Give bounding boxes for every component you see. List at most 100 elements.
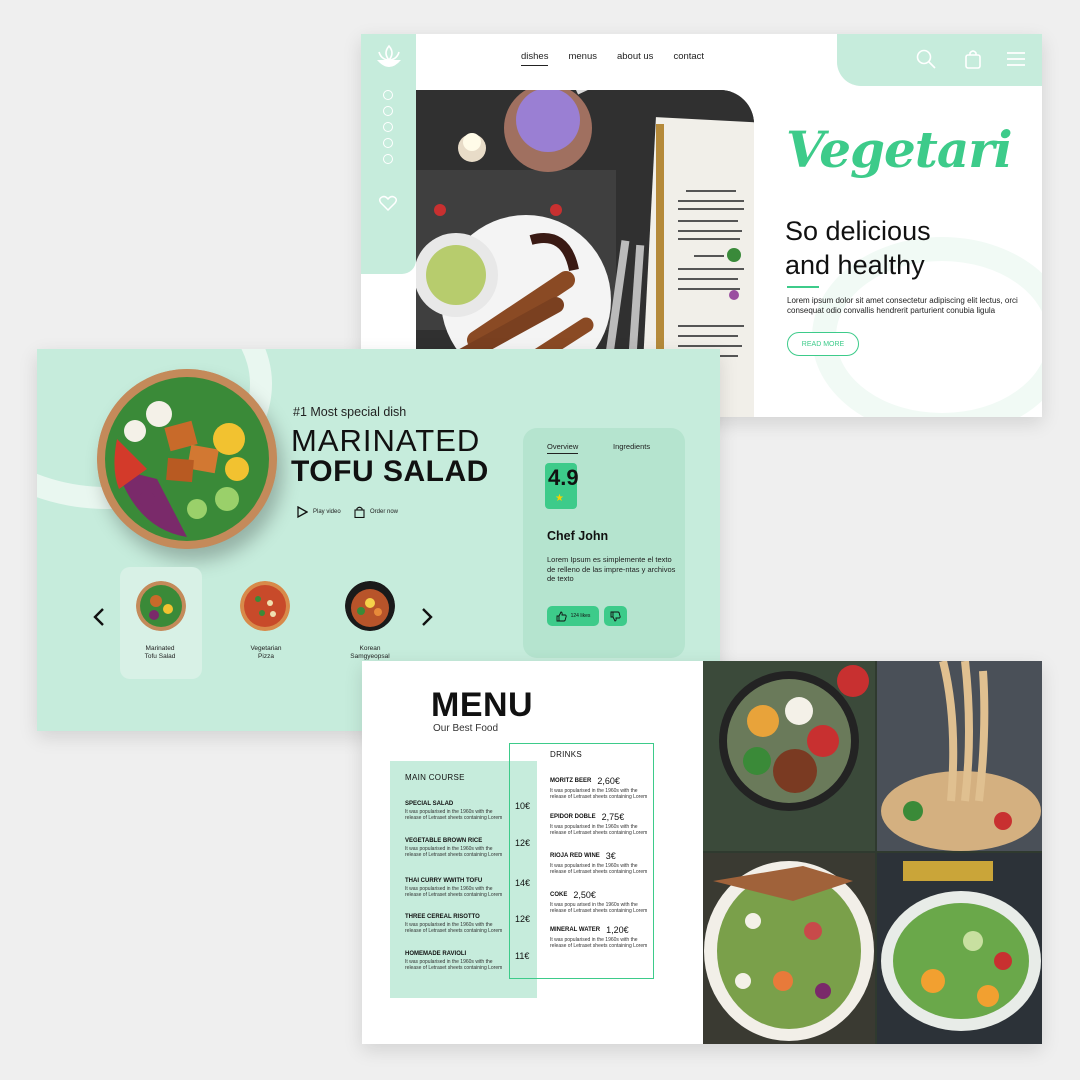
star-icon: ★ [555,493,564,504]
tagline-line-2: and healthy [785,250,925,280]
nav-menus[interactable]: menus [568,51,597,66]
drink-item-header: RIOJA RED WINE 3€ [550,851,654,861]
carousel-label-line: Vegetarian [250,645,282,652]
drink-item: RIOJA RED WINE 3€ It was popularised in t… [550,851,654,875]
dish-title-line-1: MARINATED [291,423,481,458]
tab-overview[interactable]: Overview [547,442,579,454]
nav-contact[interactable]: contact [673,51,704,66]
menu-item: THAI CURRY WWITH TOFU It was popularised… [405,878,509,898]
bag-icon [354,506,365,518]
order-now-button[interactable]: Order now [354,506,398,518]
menu-item: VEGETABLE BROWN RICE It was popularised … [405,838,509,858]
menu-item-desc: It was popularised in the 1960s with the… [405,809,503,821]
drink-item-header: COKE 2,50€ [550,890,654,900]
menu-item-price: 11€ [515,951,530,961]
menu-item-desc: It was popularised in the 1960s with the… [405,886,503,898]
chevron-left-icon[interactable] [92,607,106,627]
slide-dot[interactable] [383,138,393,148]
drink-item-name: MORITZ BEER [550,778,592,784]
menu-item-name: THAI CURRY WWITH TOFU [405,878,483,884]
dislike-button[interactable] [604,606,627,626]
menu-icon[interactable] [1005,48,1027,70]
slide-dot[interactable] [383,106,393,116]
drinks-heading: DRINKS [550,750,583,759]
bag-icon[interactable] [962,48,984,70]
chef-name: Chef John [547,529,609,543]
drink-item-price: 2,50€ [573,890,596,900]
tagline-line-1: So delicious [785,216,931,246]
hero-description: Lorem ipsum dolor sit amet consectetur a… [787,296,1018,315]
drink-item-price: 2,75€ [601,812,625,822]
tagline-underline [787,286,819,288]
top-nav: dishes menus about us contact [521,51,704,66]
menu-item-name: VEGETABLE BROWN RICE [405,838,483,844]
menu-item-desc: It was popularised in the 1960s with the… [405,922,503,934]
menu-item-price: 14€ [515,878,531,888]
carousel-label-line: Pizza [258,653,274,660]
search-icon[interactable] [915,48,937,70]
drink-item-header: MINERAL WATER 1,20€ [550,925,654,935]
drink-item-name: MINERAL WATER [550,927,601,933]
menu-item-name: THREE CEREAL RISOTTO [405,914,480,920]
hero-tagline: So delicious and healthy [785,214,931,282]
slide-dot[interactable] [383,122,393,132]
dish-description: Lorem Ipsum es simplemente el texto de r… [547,555,676,583]
drink-item-desc: It was popularised in the 1960s with the… [550,937,648,949]
slide-dots [383,90,393,164]
carousel-thumb-korean-samgyeopsal[interactable] [345,581,395,631]
menu-subtitle: Our Best Food [433,723,499,734]
likes-count: 124 likes [570,613,591,619]
drink-item-price: 1,20€ [606,925,629,935]
carousel-label-korean-samgyeopsal: Korean Samgyeopsal [330,645,410,661]
carousel-label-tofu-salad: Marinated Tofu Salad [120,645,200,661]
read-more-button[interactable]: READ MORE [787,332,859,356]
play-video-label: Play video [313,509,341,515]
thumbs-up-icon [556,611,567,621]
logo-lotus-icon[interactable] [374,44,404,72]
drink-item-name: EPIDOR DOBLE [550,814,596,820]
menu-item-name: HOMEMADE RAVIOLI [405,951,467,957]
drink-item: MORITZ BEER 2,60€ It was popularised in t… [550,776,654,800]
dish-title-line-2: TOFU SALAD [291,455,489,488]
chevron-right-icon[interactable] [420,607,434,627]
carousel-label-line: Marinated [145,645,175,652]
menu-item-price: 10€ [515,801,531,811]
slide-dot[interactable] [383,154,393,164]
carousel-label-vegetarian-pizza: Vegetarian Pizza [226,645,306,661]
carousel-thumb-tofu-salad[interactable] [136,581,186,631]
rating-value: 4.9 [548,465,579,490]
menu-item-price: 12€ [515,914,531,924]
main-course-heading: MAIN COURSE [405,773,465,782]
carousel-label-line: Samgyeopsal [350,653,390,660]
drink-item: MINERAL WATER 1,20€ It was popularised in… [550,925,654,949]
nav-dishes[interactable]: dishes [521,51,549,66]
like-button[interactable]: 124 likes [547,606,599,626]
drink-item-price: 3€ [605,851,616,861]
slide-dot[interactable] [383,90,393,100]
menu-title: MENU [431,686,534,724]
brand-title: Vegetari [786,120,1013,179]
menu-item-name: SPECIAL SALAD [405,801,454,807]
drink-item-header: EPIDOR DOBLE 2,75€ [550,812,654,822]
drink-item-name: RIOJA RED WINE [550,853,600,859]
carousel-thumb-vegetarian-pizza[interactable] [240,581,290,631]
food-photo-collage [703,661,1042,1044]
tab-ingredients[interactable]: Ingredients [613,442,650,451]
menu-item: HOMEMADE RAVIOLI It was popularised in t… [405,951,509,971]
play-video-button[interactable]: Play video [296,506,341,518]
menu-item-desc: It was popularised in the 1960s with the… [405,846,503,858]
heart-icon[interactable] [379,195,397,211]
nav-about-us[interactable]: about us [617,51,653,66]
menu-item-desc: It was popularised in the 1960s with the… [405,959,503,971]
drink-item-desc: It was popularised in the 1960s with the… [550,788,648,800]
dish-eyebrow: #1 Most special dish [293,405,407,419]
tofu-salad-bowl-image [97,369,277,549]
drink-item-name: COKE [550,892,568,898]
drink-item: EPIDOR DOBLE 2,75€ It was popularised in … [550,812,654,836]
order-now-label: Order now [370,509,399,515]
drink-item-desc: It was popularised in the 1960s with the… [550,863,648,875]
carousel-label-line: Tofu Salad [144,653,176,660]
carousel-label-line: Korean [359,645,381,652]
drink-item-desc: It was popu arised in the 1960s with the… [550,902,648,914]
top-actions [837,34,1042,86]
